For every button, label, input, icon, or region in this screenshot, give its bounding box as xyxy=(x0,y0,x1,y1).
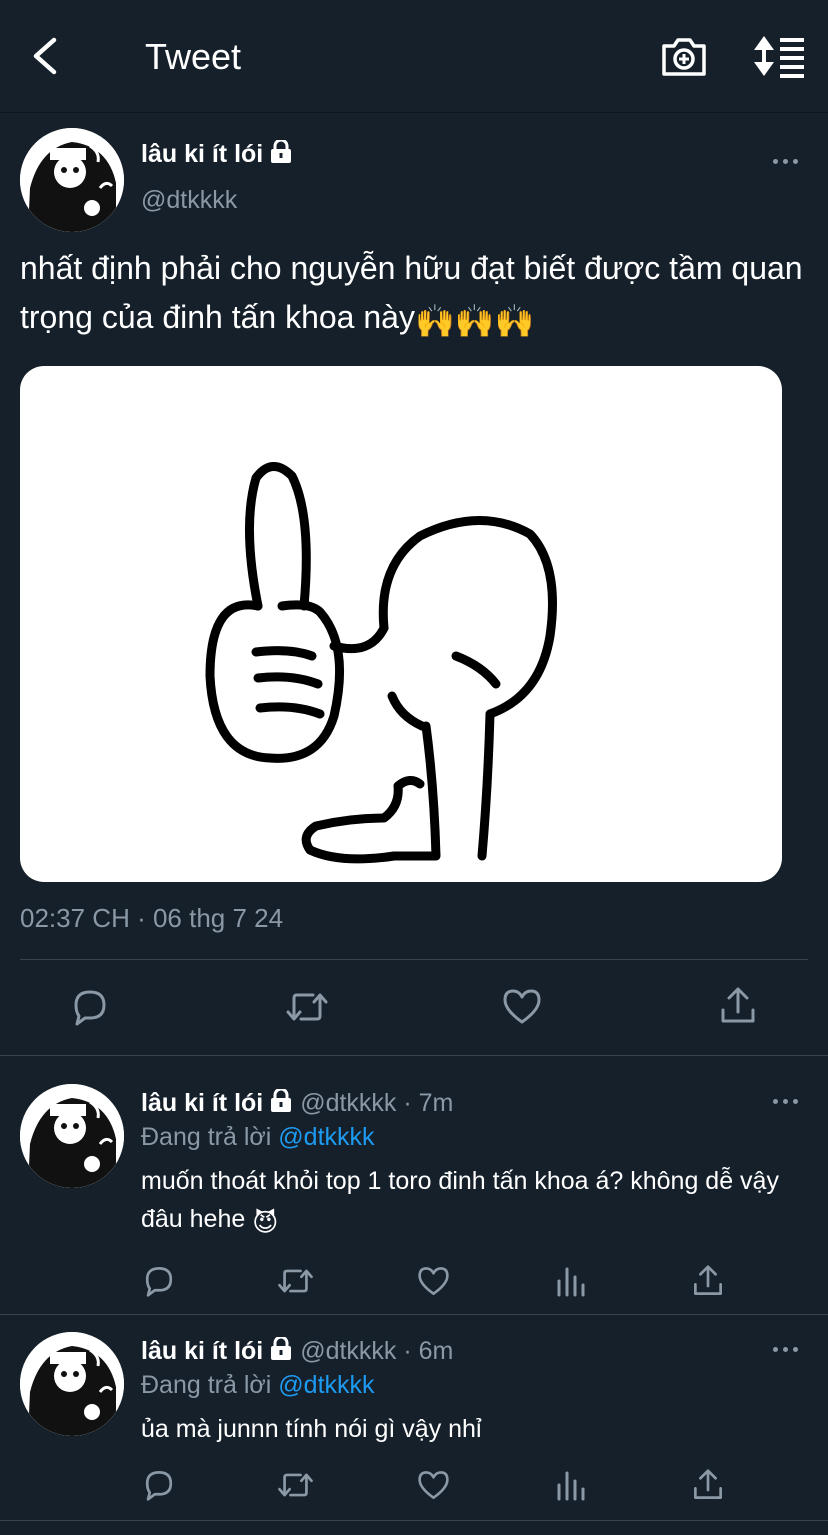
reply-text: ủa mà junnn tính nói gì vậy nhỉ xyxy=(141,1415,482,1443)
divider xyxy=(20,959,808,960)
divider xyxy=(0,1055,828,1056)
page-title: Tweet xyxy=(145,36,242,77)
lock-icon xyxy=(271,1337,292,1360)
display-name[interactable]: lâu ki ít lói xyxy=(141,140,293,169)
reply-header: lâu ki ít lói @dtkkkk · 6m xyxy=(141,1337,453,1366)
share-icon[interactable] xyxy=(719,986,757,1026)
reply-icon[interactable] xyxy=(143,1469,175,1501)
avatar[interactable] xyxy=(20,128,124,232)
lock-icon xyxy=(271,1089,292,1112)
reply-icon[interactable] xyxy=(71,988,109,1026)
share-icon[interactable] xyxy=(692,1264,724,1298)
retweet-icon[interactable] xyxy=(285,988,329,1026)
share-icon[interactable] xyxy=(692,1468,724,1502)
reply-header: lâu ki ít lói @dtkkkk · 7m xyxy=(141,1089,453,1118)
tweet-text: nhất định phải cho nguyễn hữu đạt biết đ… xyxy=(20,244,820,346)
camera-plus-icon[interactable] xyxy=(660,34,708,80)
raised-hands-emoji: 🙌🙌🙌 xyxy=(414,303,535,339)
chevron-left-icon[interactable] xyxy=(26,34,66,78)
display-name[interactable]: lâu ki ít lói xyxy=(141,1089,263,1117)
handle-time: @dtkkkk · 6m xyxy=(300,1337,454,1365)
retweet-icon[interactable] xyxy=(277,1469,314,1501)
more-options-icon[interactable] xyxy=(773,1099,799,1105)
thumbs-up-drawing xyxy=(205,462,557,864)
mention-link[interactable]: @dtkkkk xyxy=(278,1123,374,1151)
replying-to: Đang trả lời @dtkkkk xyxy=(141,1371,375,1399)
avatar[interactable] xyxy=(20,1084,124,1188)
top-bar: Tweet xyxy=(0,0,828,113)
replying-to: Đang trả lời @dtkkkk xyxy=(141,1123,375,1151)
views-icon[interactable] xyxy=(556,1469,586,1501)
more-options-icon[interactable] xyxy=(773,1347,799,1353)
handle[interactable]: @dtkkkk xyxy=(141,186,237,215)
tweet-image[interactable] xyxy=(20,366,782,882)
tweet-timestamp: 02:37 CH · 06 thg 7 24 xyxy=(20,903,284,933)
more-options-icon[interactable] xyxy=(773,159,799,165)
reply-text: muốn thoát khỏi top 1 toro đinh tấn khoa… xyxy=(141,1162,781,1242)
heart-icon[interactable] xyxy=(502,988,542,1026)
sort-icon[interactable] xyxy=(752,34,806,78)
lock-icon xyxy=(271,140,292,163)
divider xyxy=(0,1314,828,1315)
divider xyxy=(0,1520,828,1521)
reply-icon[interactable] xyxy=(143,1265,175,1297)
devil-emoji: 😈 xyxy=(252,1209,279,1237)
heart-icon[interactable] xyxy=(417,1470,450,1501)
views-icon[interactable] xyxy=(556,1265,586,1297)
heart-icon[interactable] xyxy=(417,1266,450,1297)
retweet-icon[interactable] xyxy=(277,1265,314,1297)
display-name[interactable]: lâu ki ít lói xyxy=(141,1337,263,1365)
handle-time: @dtkkkk · 7m xyxy=(300,1089,454,1117)
mention-link[interactable]: @dtkkkk xyxy=(278,1371,374,1399)
avatar[interactable] xyxy=(20,1332,124,1436)
